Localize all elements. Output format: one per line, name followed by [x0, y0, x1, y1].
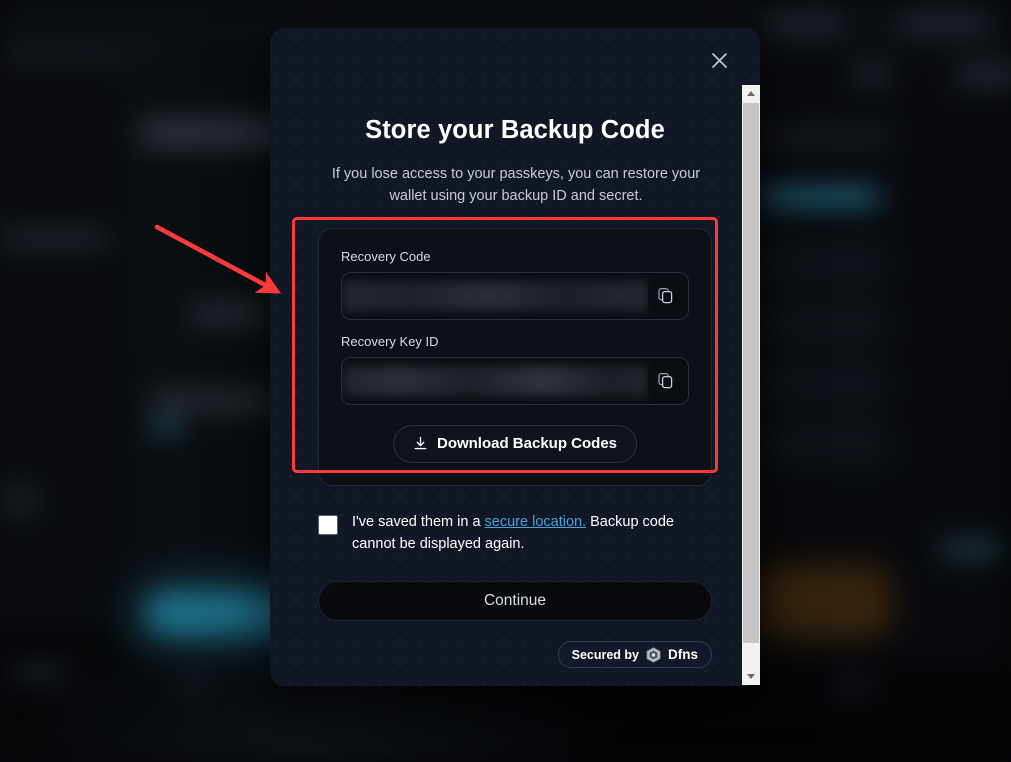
recovery-code-input[interactable]: [341, 271, 689, 320]
background-right-row-3: [760, 360, 888, 406]
background-link-blur: [150, 418, 182, 436]
screenshot-root: Store your Backup Code If you lose acces…: [0, 0, 1011, 762]
close-icon[interactable]: [704, 45, 734, 75]
recovery-code-value-redacted: [343, 280, 648, 311]
background-toolbar-chip-2: [900, 10, 986, 36]
backup-code-modal: Store your Backup Code If you lose acces…: [270, 28, 760, 686]
scroll-down-arrow-icon[interactable]: [742, 668, 760, 685]
recovery-key-id-field-group: Recovery Key ID: [341, 334, 689, 405]
background-footer-chip-2: [175, 676, 215, 692]
consent-text: I've saved them in a secure location. Ba…: [352, 512, 712, 556]
status-badge: Secured by Dfns: [557, 641, 712, 668]
copy-icon[interactable]: [648, 363, 682, 398]
copy-icon[interactable]: [648, 278, 682, 313]
scroll-up-arrow-icon[interactable]: [742, 85, 760, 102]
background-right-row-2: [760, 300, 888, 346]
saved-confirmation-checkbox[interactable]: [318, 514, 338, 535]
background-right-row-1: [760, 240, 888, 286]
background-right-row-4: [760, 420, 888, 466]
background-toolbar-chip-3: [955, 62, 1011, 88]
background-right-link-blur: [760, 186, 880, 208]
page-title: Store your Backup Code: [365, 116, 665, 144]
secure-location-link[interactable]: secure location.: [485, 514, 587, 530]
continue-button[interactable]: Continue: [318, 581, 712, 622]
scrollbar-thumb[interactable]: [743, 103, 759, 643]
field-spacer: [341, 320, 689, 334]
background-text-blur-2: [190, 300, 270, 328]
recovery-code-label: Recovery Code: [341, 248, 431, 264]
background-footer-chip-4: [830, 676, 876, 692]
background-footer-chip-1: [10, 660, 70, 684]
download-icon: [413, 436, 428, 451]
scrollbar[interactable]: [742, 85, 760, 685]
background-toolbar-chip-4: [855, 62, 889, 88]
dfns-brand-label: Dfns: [668, 647, 698, 662]
dfns-hexagon-logo-icon: [646, 646, 661, 663]
background-right-text-blur-2: [940, 540, 1002, 558]
secured-by-label: Secured by: [571, 647, 639, 662]
recovery-codes-card: Recovery Code Recovery Key ID Download B…: [318, 227, 712, 486]
background-right-text-blur-1: [760, 125, 890, 149]
background-amber-card-blur: [760, 570, 886, 632]
consent-row: I've saved them in a secure location. Ba…: [318, 512, 712, 556]
background-text-blur-3: [150, 388, 280, 414]
modal-subtitle: If you lose access to your passkeys, you…: [331, 166, 701, 205]
background-text-blur-1: [0, 225, 108, 251]
download-backup-codes-button[interactable]: Download Backup Codes: [393, 424, 637, 463]
recovery-code-field-group: Recovery Code: [341, 249, 689, 320]
download-backup-codes-label: Download Backup Codes: [436, 435, 618, 453]
background-left-panel: [0, 68, 118, 628]
background-avatar-blur: [0, 480, 42, 522]
recovery-key-id-input[interactable]: [341, 356, 689, 405]
consent-text-before: I've saved them in a: [352, 513, 485, 530]
background-toolbar-chip-1: [770, 10, 842, 36]
recovery-key-id-label: Recovery Key ID: [341, 333, 439, 349]
recovery-key-id-value-redacted: [343, 365, 648, 396]
